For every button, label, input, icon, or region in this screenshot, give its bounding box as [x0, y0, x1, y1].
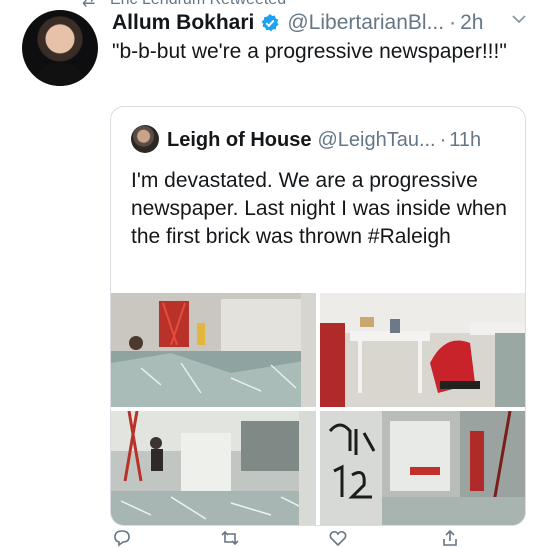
quoted-tweet-time[interactable]: 11h: [449, 129, 481, 152]
quoted-author-handle[interactable]: @LeighTau...: [317, 129, 435, 152]
quoted-tweet-card[interactable]: Leigh of House @LeighTau... · 11h I'm de…: [110, 106, 526, 526]
separator-dot: ·: [449, 11, 457, 34]
quoted-tweet-header: Leigh of House @LeighTau... · 11h: [167, 125, 481, 155]
share-button[interactable]: [440, 528, 460, 548]
like-button[interactable]: [328, 528, 348, 548]
retweet-button[interactable]: [220, 528, 240, 548]
author-name[interactable]: Allum Bokhari: [112, 11, 254, 35]
tweet-time[interactable]: 2h: [460, 11, 483, 35]
tweet-text: "b-b-but we're a progressive newspaper!!…: [112, 40, 507, 63]
tweet-header: Allum Bokhari @LibertarianBl... · 2h: [112, 8, 483, 38]
chevron-down-icon[interactable]: [510, 10, 528, 28]
photo-lobby-broken-glass[interactable]: [111, 411, 316, 525]
share-icon: [443, 529, 457, 546]
quoted-author-avatar[interactable]: [131, 125, 159, 153]
reply-button[interactable]: [112, 528, 132, 548]
heart-icon: [329, 530, 347, 547]
verified-badge-icon: [261, 14, 279, 32]
photo-storefront-smashed-glass[interactable]: [111, 293, 316, 407]
retweet-icon: ⇄: [82, 0, 96, 10]
photo-office-overturned-chair[interactable]: [320, 293, 525, 407]
reply-icon: [114, 530, 130, 547]
separator-dot: ·: [439, 128, 447, 151]
tweet-actions: [110, 528, 530, 548]
photo-graffiti-window[interactable]: [320, 411, 525, 525]
author-handle[interactable]: @LibertarianBl...: [287, 11, 444, 35]
retweet-icon: [221, 530, 239, 546]
author-avatar[interactable]: [22, 10, 98, 86]
quoted-author-name[interactable]: Leigh of House: [167, 129, 311, 152]
photo-grid: [111, 293, 525, 525]
quoted-tweet-text: I'm devastated. We are a progressive new…: [131, 169, 507, 248]
